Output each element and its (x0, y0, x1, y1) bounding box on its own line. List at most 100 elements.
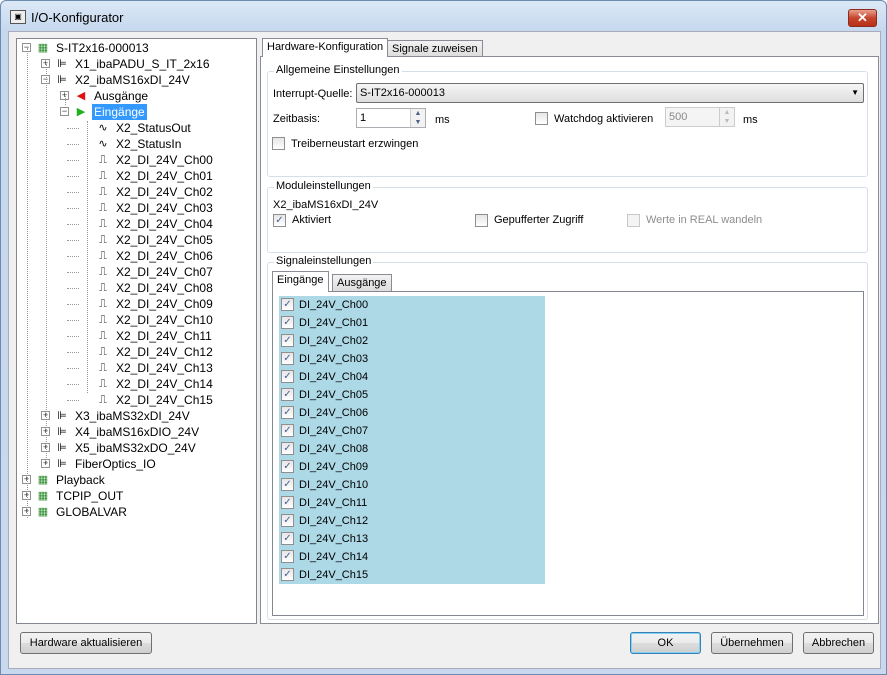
tree-node[interactable]: ⎍ X2_DI_24V_Ch01 (17, 168, 255, 184)
tree-node[interactable]: + ⊫ X3_ibaMS32xDI_24V (17, 408, 255, 424)
tree-node-label[interactable]: Ausgänge (92, 88, 150, 104)
signal-checkbox[interactable]: ✓ (281, 532, 294, 545)
signal-checkbox[interactable]: ✓ (281, 424, 294, 437)
signal-checkbox[interactable]: ✓ (281, 388, 294, 401)
signal-list-item[interactable]: ✓ DI_24V_Ch05 (279, 386, 545, 404)
tree-node-label[interactable]: TCPIP_OUT (54, 488, 125, 504)
signal-list-item[interactable]: ✓ DI_24V_Ch03 (279, 350, 545, 368)
signal-checkbox[interactable]: ✓ (281, 316, 294, 329)
tree-node-label[interactable]: X2_DI_24V_Ch10 (114, 312, 215, 328)
tab-hardware-configuration[interactable]: Hardware-Konfiguration (262, 38, 389, 57)
spin-up-icon[interactable]: ▲ (411, 109, 425, 118)
apply-button[interactable]: Übernehmen (711, 632, 793, 654)
tree-node[interactable]: ∿ X2_StatusOut (17, 120, 255, 136)
signal-checkbox[interactable]: ✓ (281, 298, 294, 311)
tree-node[interactable]: − ⊫ X2_ibaMS16xDI_24V (17, 72, 255, 88)
signal-list-item[interactable]: ✓ DI_24V_Ch02 (279, 332, 545, 350)
spin-up-icon[interactable]: ▲ (720, 108, 734, 117)
tree-node[interactable]: + ⊫ X5_ibaMS32xDO_24V (17, 440, 255, 456)
hardware-tree[interactable]: − ▦ S-IT2x16-000013 + ⊫ X1_ibaPADU_S_IT_2x16−… (16, 38, 257, 624)
tree-node-label[interactable]: X2_DI_24V_Ch06 (114, 248, 215, 264)
signal-list-item[interactable]: ✓ DI_24V_Ch06 (279, 404, 545, 422)
tree-node-label[interactable]: X2_StatusIn (114, 136, 183, 152)
tree-node-label[interactable]: GLOBALVAR (54, 504, 129, 520)
tree-node[interactable]: ⎍ X2_DI_24V_Ch14 (17, 376, 255, 392)
input-signal-list[interactable]: ✓ DI_24V_Ch00 ✓ DI_24V_Ch01 ✓ DI_24V_Ch02 ✓ DI_… (272, 291, 864, 616)
tree-node[interactable]: + ⊫ FiberOptics_IO (17, 456, 255, 472)
signal-checkbox[interactable]: ✓ (281, 496, 294, 509)
signal-list-item[interactable]: ✓ DI_24V_Ch11 (279, 494, 545, 512)
signal-checkbox[interactable]: ✓ (281, 568, 294, 581)
tree-node-label[interactable]: Playback (54, 472, 107, 488)
tree-node[interactable]: ⎍ X2_DI_24V_Ch04 (17, 216, 255, 232)
signal-checkbox[interactable]: ✓ (281, 442, 294, 455)
tree-node[interactable]: ⎍ X2_DI_24V_Ch00 (17, 152, 255, 168)
tree-node-label[interactable]: X2_StatusOut (114, 120, 193, 136)
tree-node-label[interactable]: X2_ibaMS16xDI_24V (73, 72, 192, 88)
signal-checkbox[interactable]: ✓ (281, 514, 294, 527)
signal-checkbox[interactable]: ✓ (281, 478, 294, 491)
refresh-hardware-button[interactable]: Hardware aktualisieren (20, 632, 152, 654)
tree-node[interactable]: ⎍ X2_DI_24V_Ch08 (17, 280, 255, 296)
interrupt-source-select[interactable]: S-IT2x16-000013 ▼ (356, 83, 864, 103)
signal-checkbox[interactable]: ✓ (281, 370, 294, 383)
signal-list-item[interactable]: ✓ DI_24V_Ch07 (279, 422, 545, 440)
tab-outputs[interactable]: Ausgänge (332, 274, 392, 292)
signal-list-item[interactable]: ✓ DI_24V_Ch09 (279, 458, 545, 476)
timebase-input[interactable]: 1 ▲ ▼ (356, 108, 426, 128)
cancel-button[interactable]: Abbrechen (803, 632, 874, 654)
tree-node[interactable]: − ▶ Eingänge (17, 104, 255, 120)
tree-node-label[interactable]: X2_DI_24V_Ch13 (114, 360, 215, 376)
signal-checkbox[interactable]: ✓ (281, 334, 294, 347)
tree-node-label[interactable]: X3_ibaMS32xDI_24V (73, 408, 192, 424)
tree-node-label[interactable]: X2_DI_24V_Ch04 (114, 216, 215, 232)
signal-list-item[interactable]: ✓ DI_24V_Ch10 (279, 476, 545, 494)
tree-node-label[interactable]: X2_DI_24V_Ch01 (114, 168, 215, 184)
signal-list-item[interactable]: ✓ DI_24V_Ch01 (279, 314, 545, 332)
signal-list-item[interactable]: ✓ DI_24V_Ch00 (279, 296, 545, 314)
buffered-access-checkbox[interactable] (475, 214, 488, 227)
tree-node-label[interactable]: FiberOptics_IO (73, 456, 158, 472)
tree-node-label[interactable]: X2_DI_24V_Ch09 (114, 296, 215, 312)
signal-checkbox[interactable]: ✓ (281, 406, 294, 419)
collapse-icon[interactable]: − (60, 107, 69, 116)
tree-node[interactable]: ⎍ X2_DI_24V_Ch03 (17, 200, 255, 216)
tree-node-label[interactable]: X2_DI_24V_Ch14 (114, 376, 215, 392)
signal-list-item[interactable]: ✓ DI_24V_Ch12 (279, 512, 545, 530)
watchdog-checkbox[interactable] (535, 112, 548, 125)
tree-node-label[interactable]: X2_DI_24V_Ch11 (114, 328, 214, 344)
tree-node[interactable]: ⎍ X2_DI_24V_Ch13 (17, 360, 255, 376)
tree-node-label[interactable]: X2_DI_24V_Ch00 (114, 152, 215, 168)
tree-node[interactable]: + ⊫ X4_ibaMS16xDIO_24V (17, 424, 255, 440)
tree-node[interactable]: + ▦ GLOBALVAR (17, 504, 255, 520)
tree-node-label[interactable]: X2_DI_24V_Ch02 (114, 184, 215, 200)
tree-node[interactable]: ⎍ X2_DI_24V_Ch06 (17, 248, 255, 264)
signal-list-item[interactable]: ✓ DI_24V_Ch08 (279, 440, 545, 458)
tree-node[interactable]: + ▦ Playback (17, 472, 255, 488)
tree-node-label[interactable]: X5_ibaMS32xDO_24V (73, 440, 198, 456)
tree-node[interactable]: + ▦ TCPIP_OUT (17, 488, 255, 504)
driver-restart-checkbox[interactable] (272, 137, 285, 150)
signal-checkbox[interactable]: ✓ (281, 352, 294, 365)
tree-node[interactable]: + ⊫ X1_ibaPADU_S_IT_2x16 (17, 56, 255, 72)
signal-checkbox[interactable]: ✓ (281, 460, 294, 473)
tree-node-label[interactable]: X2_DI_24V_Ch15 (114, 392, 215, 408)
convert-real-checkbox[interactable] (627, 214, 640, 227)
tab-inputs[interactable]: Eingänge (272, 271, 329, 292)
tree-node[interactable]: ⎍ X2_DI_24V_Ch15 (17, 392, 255, 408)
tab-assign-signals[interactable]: Signale zuweisen (387, 40, 483, 57)
tree-node-label[interactable]: X4_ibaMS16xDIO_24V (73, 424, 201, 440)
signal-list-item[interactable]: ✓ DI_24V_Ch15 (279, 566, 545, 584)
tree-node[interactable]: ⎍ X2_DI_24V_Ch02 (17, 184, 255, 200)
tree-node-label[interactable]: X2_DI_24V_Ch08 (114, 280, 215, 296)
tree-node-label[interactable]: X2_DI_24V_Ch03 (114, 200, 215, 216)
tree-node[interactable]: ⎍ X2_DI_24V_Ch10 (17, 312, 255, 328)
tree-node[interactable]: ⎍ X2_DI_24V_Ch05 (17, 232, 255, 248)
signal-list-item[interactable]: ✓ DI_24V_Ch13 (279, 530, 545, 548)
spin-down-icon[interactable]: ▼ (720, 117, 734, 126)
signal-checkbox[interactable]: ✓ (281, 550, 294, 563)
tree-node-label[interactable]: X2_DI_24V_Ch05 (114, 232, 215, 248)
tree-node-label[interactable]: X1_ibaPADU_S_IT_2x16 (73, 56, 212, 72)
signal-list-item[interactable]: ✓ DI_24V_Ch14 (279, 548, 545, 566)
spin-down-icon[interactable]: ▼ (411, 118, 425, 127)
